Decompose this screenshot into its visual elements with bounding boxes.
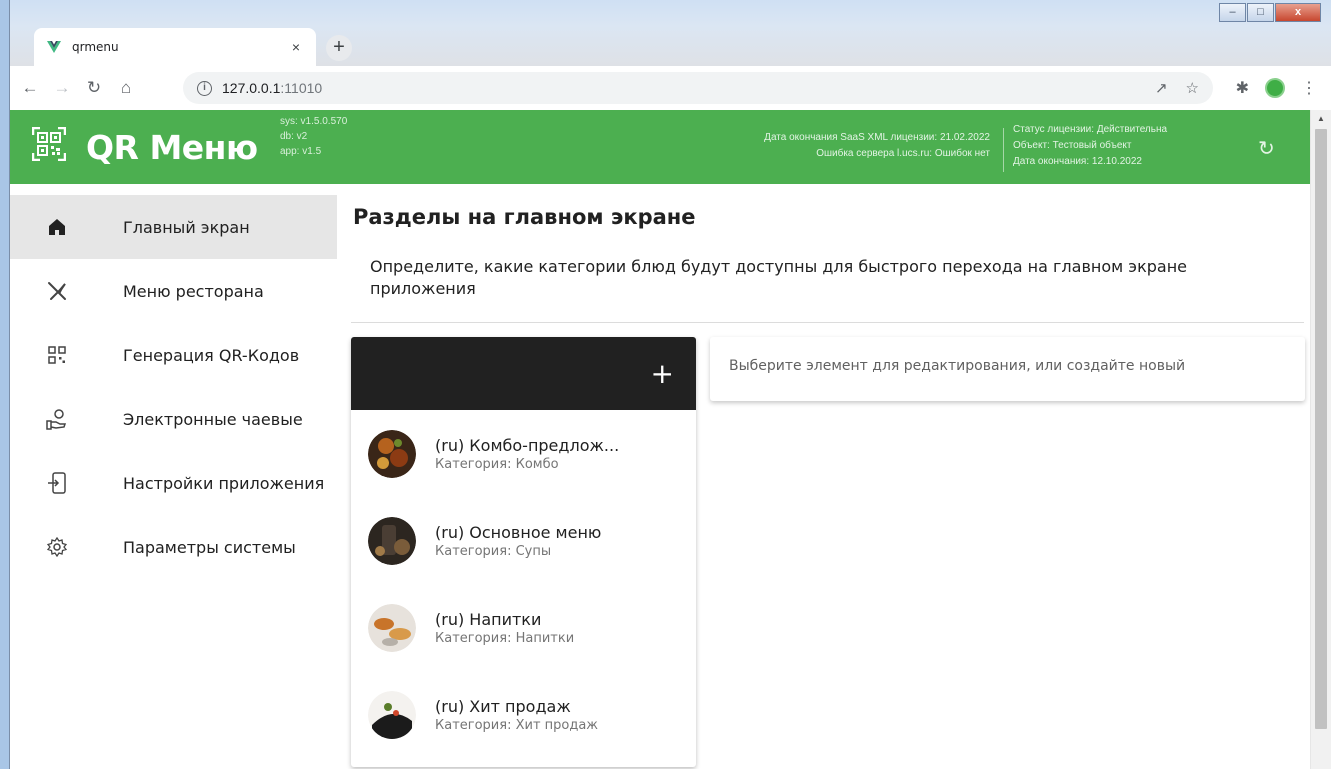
list-item[interactable]: (ru) Комбо-предлож... Категория: Комбо <box>351 410 696 497</box>
refresh-icon[interactable]: ↻ <box>1258 136 1275 161</box>
qr-logo-icon <box>32 127 66 161</box>
item-title: (ru) Основное меню <box>435 522 602 542</box>
tab-close-icon[interactable]: × <box>286 39 306 55</box>
url-host: 127.0.0.1 <box>222 80 281 96</box>
scroll-thumb[interactable] <box>1315 129 1327 729</box>
vue-logo-icon <box>47 41 61 53</box>
site-info-icon[interactable]: i <box>197 80 212 96</box>
app-root: QR Меню sys: v1.5.0.570 db: v2 app: v1.5… <box>10 110 1310 769</box>
tab-strip: qrmenu × + – □ x <box>10 0 1331 66</box>
section-divider <box>351 322 1304 323</box>
license-status-info: Статус лицензии: Действительна Объект: Т… <box>1013 122 1167 170</box>
section-image <box>368 603 416 652</box>
browser-window: qrmenu × + – □ x ← → ↻ ⌂ i 127.0.0.1 :11… <box>9 0 1331 769</box>
gear-icon <box>42 535 72 559</box>
section-image <box>368 690 416 739</box>
sidebar-item-app-settings[interactable]: Настройки приложения <box>10 451 337 515</box>
item-subtitle: Категория: Напитки <box>435 630 575 646</box>
tab-title: qrmenu <box>72 40 119 54</box>
home-icon <box>42 215 72 239</box>
license-object: Объект: Тестовый объект <box>1013 140 1132 151</box>
license-expiry: Дата окончания: 12.10.2022 <box>1013 156 1142 167</box>
maximize-button[interactable]: □ <box>1247 3 1274 22</box>
sidebar-item-label: Параметры системы <box>123 537 296 557</box>
sidebar-item-system-params[interactable]: Параметры системы <box>10 515 337 579</box>
sidebar-item-restaurant-menu[interactable]: Меню ресторана <box>10 259 337 323</box>
app-title: QR Меню <box>86 128 258 167</box>
url-port: :11010 <box>280 80 323 96</box>
new-tab-button[interactable]: + <box>326 35 352 61</box>
minimize-button[interactable]: – <box>1219 3 1246 22</box>
edit-panel: Выберите элемент для редактирования, или… <box>710 337 1305 401</box>
saas-license-date: Дата окончания SaaS XML лицензии: 21.02.… <box>764 132 990 143</box>
window-controls: – □ x <box>1218 3 1321 22</box>
address-bar[interactable]: i 127.0.0.1 :11010 ↗ ☆ <box>183 72 1213 104</box>
profile-avatar[interactable] <box>1265 78 1285 98</box>
license-server-info: Дата окончания SaaS XML лицензии: 21.02.… <box>764 130 990 162</box>
sidebar-item-label: Настройки приложения <box>123 473 325 493</box>
bookmark-star-icon[interactable]: ☆ <box>1186 79 1199 97</box>
back-icon[interactable]: ← <box>18 78 42 98</box>
section-image <box>368 429 416 478</box>
item-subtitle: Категория: Хит продаж <box>435 717 599 733</box>
browser-menu-icon[interactable]: ⋮ <box>1301 78 1317 98</box>
sidebar-item-label: Меню ресторана <box>123 281 264 301</box>
cutlery-icon <box>42 279 72 303</box>
app-header: QR Меню sys: v1.5.0.570 db: v2 app: v1.5… <box>10 110 1310 184</box>
version-db: db: v2 <box>280 131 308 142</box>
list-item[interactable]: (ru) Напитки Категория: Напитки <box>351 584 696 671</box>
page-description: Определите, какие категории блюд будут д… <box>370 257 1188 298</box>
version-sys: sys: v1.5.0.570 <box>280 116 348 127</box>
home-page-icon[interactable]: ⌂ <box>114 78 138 98</box>
item-title: (ru) Хит продаж <box>435 696 571 716</box>
forward-icon[interactable]: → <box>50 78 74 98</box>
sidebar-item-label: Главный экран <box>123 217 250 237</box>
close-window-button[interactable]: x <box>1275 3 1321 22</box>
browser-tab[interactable]: qrmenu × <box>34 28 316 66</box>
sidebar: Главный экран Меню ресторана Генерация Q… <box>10 195 337 579</box>
sidebar-item-label: Электронные чаевые <box>123 409 303 429</box>
share-icon[interactable]: ↗ <box>1155 79 1168 97</box>
list-item[interactable]: (ru) Основное меню Категория: Супы <box>351 497 696 584</box>
sidebar-item-home[interactable]: Главный экран <box>10 195 337 259</box>
page-scrollbar[interactable]: ▲ <box>1310 110 1331 769</box>
sections-list-panel: + (ru) Комбо-предлож... Категория: Комбо <box>351 337 696 767</box>
window-frame: qrmenu × + – □ x ← → ↻ ⌂ i 127.0.0.1 :11… <box>0 0 1331 769</box>
page-title: Разделы на главном экране <box>353 205 696 229</box>
version-app: app: v1.5 <box>280 146 322 157</box>
item-subtitle: Категория: Комбо <box>435 456 559 472</box>
item-title: (ru) Напитки <box>435 609 542 629</box>
version-info: sys: v1.5.0.570 db: v2 app: v1.5 <box>280 114 347 159</box>
sidebar-item-tips[interactable]: Электронные чаевые <box>10 387 337 451</box>
extensions-icon[interactable]: ✱ <box>1236 78 1249 98</box>
reload-icon[interactable]: ↻ <box>82 78 106 98</box>
list-header: + <box>351 337 696 410</box>
list-item[interactable]: (ru) Хит продаж Категория: Хит продаж <box>351 671 696 758</box>
tip-hand-icon <box>42 407 72 431</box>
item-title: (ru) Комбо-предлож... <box>435 435 620 455</box>
scroll-up-icon[interactable]: ▲ <box>1311 110 1331 127</box>
add-section-button[interactable]: + <box>651 357 674 390</box>
header-divider <box>1003 128 1004 172</box>
sidebar-item-qr-generation[interactable]: Генерация QR-Кодов <box>10 323 337 387</box>
section-image <box>368 516 416 565</box>
item-subtitle: Категория: Супы <box>435 543 552 559</box>
server-error-status: Ошибка сервера l.ucs.ru: Ошибок нет <box>816 148 990 159</box>
license-status: Статус лицензии: Действительна <box>1013 124 1168 135</box>
sidebar-item-label: Генерация QR-Кодов <box>123 345 300 365</box>
app-settings-icon <box>42 471 72 495</box>
qr-code-icon <box>42 343 72 367</box>
browser-toolbar: ← → ↻ ⌂ i 127.0.0.1 :11010 ↗ ☆ ✱ ⋮ <box>10 66 1331 110</box>
